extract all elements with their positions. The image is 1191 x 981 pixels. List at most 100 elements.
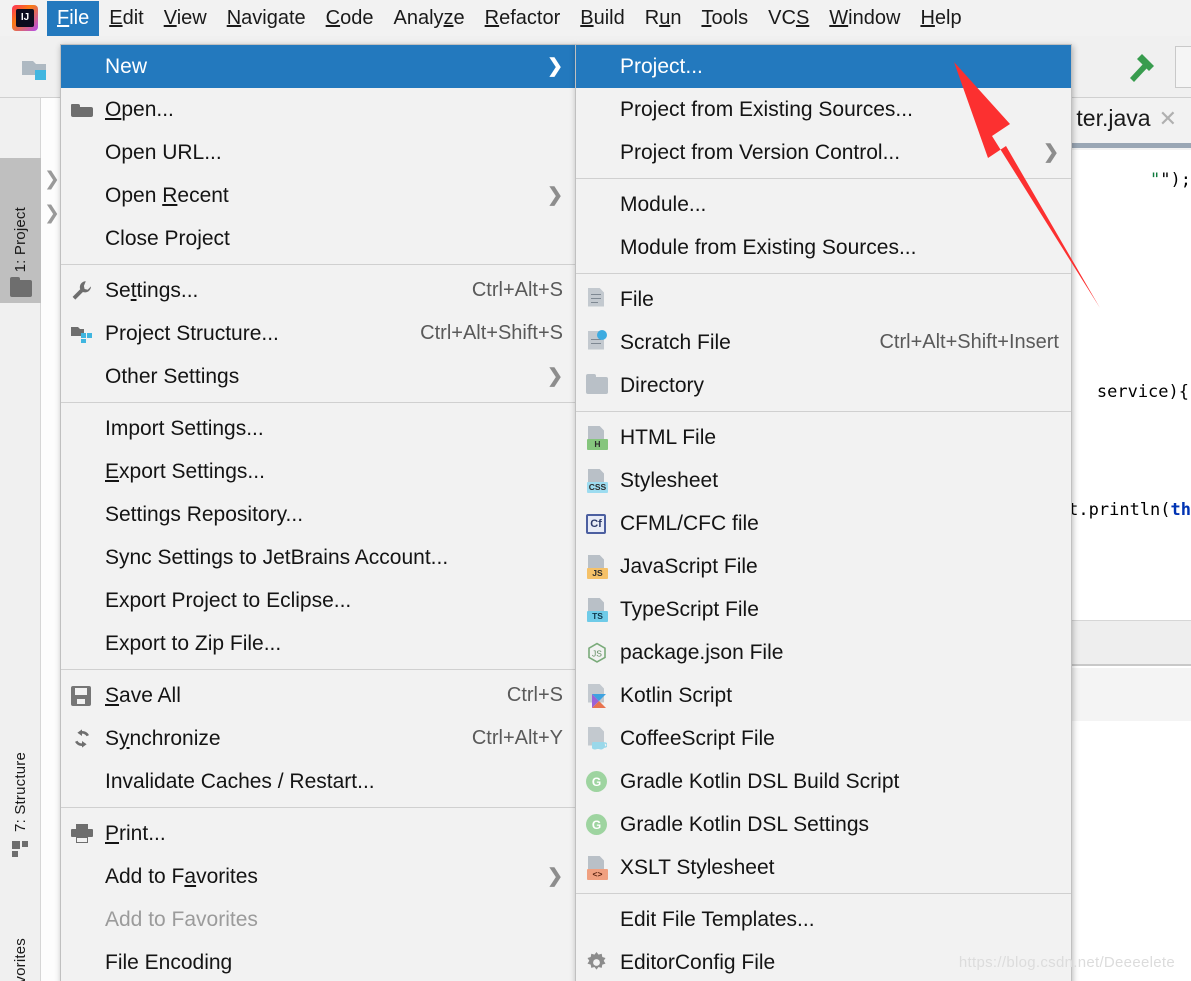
menu-item-scratch-file[interactable]: Scratch File Ctrl+Alt+Shift+Insert	[576, 321, 1071, 364]
menu-item-scratch-file-accel: Ctrl+Alt+Shift+Insert	[879, 331, 1059, 353]
menu-item-kotlin-script[interactable]: Kotlin Script	[576, 674, 1071, 717]
code-keyword-token: th	[1170, 500, 1191, 520]
menu-item-import-settings[interactable]: Import Settings...	[61, 407, 575, 450]
menu-item-new-label: New	[105, 54, 148, 78]
menu-item-sync-settings-jetbrains-label: Sync Settings to JetBrains Account...	[105, 545, 449, 569]
menu-item-module[interactable]: Module...	[576, 183, 1071, 226]
toolbar-button-placeholder[interactable]	[1175, 46, 1191, 88]
menu-item-remove-bom-label: File Encoding	[105, 950, 233, 974]
menu-item-editorconfig-file-label: EditorConfig File	[620, 950, 776, 974]
no-icon	[71, 140, 105, 166]
menu-item-open-url[interactable]: Open URL...	[61, 131, 575, 174]
menu-view[interactable]: View	[154, 1, 217, 36]
chevron-right-icon-2[interactable]: ❯	[44, 202, 60, 224]
menu-item-package-json-file-label: package.json File	[620, 640, 784, 664]
menu-item-project-version-control[interactable]: Project from Version Control... ❯	[576, 131, 1071, 174]
menu-item-xslt-stylesheet-label: XSLT Stylesheet	[620, 855, 775, 879]
menu-item-scratch-file-label: Scratch File	[620, 330, 731, 354]
menu-item-edit-file-templates[interactable]: Edit File Templates...	[576, 898, 1071, 941]
project-toolbar-icon[interactable]	[20, 56, 54, 82]
menu-item-project-existing-sources-label: Project from Existing Sources...	[620, 97, 913, 121]
menu-item-settings[interactable]: Settings... Ctrl+Alt+S	[61, 269, 575, 312]
menu-item-directory[interactable]: Directory	[576, 364, 1071, 407]
menu-item-project-structure[interactable]: Project Structure... Ctrl+Alt+Shift+S	[61, 312, 575, 355]
menu-item-invalidate-caches[interactable]: Invalidate Caches / Restart...	[61, 760, 575, 803]
kotlin-file-icon	[586, 683, 620, 709]
no-icon	[71, 545, 105, 571]
menu-item-synchronize-accel: Ctrl+Alt+Y	[471, 727, 563, 749]
menu-item-module-existing-sources[interactable]: Module from Existing Sources...	[576, 226, 1071, 269]
chevron-right-icon-1[interactable]: ❯	[44, 168, 60, 190]
menu-separator	[61, 264, 575, 265]
no-icon	[71, 588, 105, 614]
menu-edit[interactable]: Edit	[99, 1, 153, 36]
menu-window[interactable]: Window	[819, 1, 910, 36]
menu-item-package-json-file[interactable]: JS package.json File	[576, 631, 1071, 674]
sidebar-item-project[interactable]: 1: Project	[0, 158, 41, 303]
menu-item-gradle-kotlin-dsl-build-script[interactable]: G Gradle Kotlin DSL Build Script	[576, 760, 1071, 803]
menu-navigate[interactable]: Navigate	[217, 1, 316, 36]
menu-item-cfml-cfc-file[interactable]: Cf CFML/CFC file	[576, 502, 1071, 545]
menu-item-stylesheet[interactable]: CSS Stylesheet	[576, 459, 1071, 502]
menu-separator	[61, 402, 575, 403]
code-string-literal: "	[1150, 170, 1161, 190]
nodejs-file-icon: JS	[586, 640, 620, 666]
menu-item-close-project[interactable]: Close Project	[61, 217, 575, 260]
menu-item-new[interactable]: New ❯	[61, 45, 575, 88]
sidebar-item-structure[interactable]: 7: Structure	[0, 696, 41, 864]
menu-code[interactable]: Code	[316, 1, 384, 36]
menu-item-html-file[interactable]: H HTML File	[576, 416, 1071, 459]
menu-analyze[interactable]: Analyze	[383, 1, 474, 36]
menu-item-xslt-stylesheet[interactable]: <> XSLT Stylesheet	[576, 846, 1071, 889]
menu-item-gradle-kotlin-dsl-settings[interactable]: G Gradle Kotlin DSL Settings	[576, 803, 1071, 846]
menu-item-remove-bom[interactable]: File Encoding	[61, 941, 575, 981]
menu-item-other-settings[interactable]: Other Settings ❯	[61, 355, 575, 398]
menu-vcs[interactable]: VCS	[758, 1, 819, 36]
menu-item-print[interactable]: Print...	[61, 812, 575, 855]
menu-item-gradle-kotlin-dsl-build-script-label: Gradle Kotlin DSL Build Script	[620, 769, 900, 793]
editor-tab-writer-java[interactable]: ter.java ✕	[1076, 105, 1191, 132]
menu-item-export-zip[interactable]: Export to Zip File...	[61, 622, 575, 665]
build-hammer-icon[interactable]	[1120, 48, 1162, 86]
synchronize-icon	[71, 726, 105, 752]
sidebar-item-structure-label: 7: Structure	[12, 752, 29, 832]
menu-refactor[interactable]: Refactor	[475, 1, 571, 36]
no-icon	[586, 235, 620, 261]
menu-item-sync-settings-jetbrains[interactable]: Sync Settings to JetBrains Account...	[61, 536, 575, 579]
editor-side-panel-2	[1060, 668, 1191, 721]
menu-tools[interactable]: Tools	[691, 1, 758, 36]
menu-item-file[interactable]: File	[576, 278, 1071, 321]
gradle-file-icon: G	[586, 769, 620, 795]
menu-item-export-zip-label: Export to Zip File...	[105, 631, 282, 655]
cfml-file-icon: Cf	[586, 511, 620, 537]
menu-file[interactable]: File	[47, 0, 100, 36]
chevron-right-icon: ❯	[547, 185, 563, 206]
menu-item-open-recent-label: Open Recent	[105, 183, 229, 207]
menu-item-coffeescript-file[interactable]: CoffeeScript File	[576, 717, 1071, 760]
menu-item-file-encoding-label: Add to Favorites	[105, 907, 258, 931]
menu-item-file-encoding: Add to Favorites	[61, 898, 575, 941]
menu-item-add-to-favorites[interactable]: Add to Favorites ❯	[61, 855, 575, 898]
no-icon	[586, 192, 620, 218]
sidebar-item-favorites[interactable]: 2: Favorites	[0, 888, 41, 981]
menu-run[interactable]: Run	[635, 1, 692, 36]
menu-item-synchronize[interactable]: Synchronize Ctrl+Alt+Y	[61, 717, 575, 760]
menu-item-open[interactable]: Open...	[61, 88, 575, 131]
menu-item-export-project-eclipse[interactable]: Export Project to Eclipse...	[61, 579, 575, 622]
menu-item-javascript-file[interactable]: JS JavaScript File	[576, 545, 1071, 588]
new-submenu-popup: Project... Project from Existing Sources…	[575, 44, 1072, 981]
gear-icon	[586, 950, 620, 976]
menu-item-typescript-file[interactable]: TS TypeScript File	[576, 588, 1071, 631]
menu-item-open-recent[interactable]: Open Recent ❯	[61, 174, 575, 217]
menu-item-project-existing-sources[interactable]: Project from Existing Sources...	[576, 88, 1071, 131]
menu-item-export-settings[interactable]: Export Settings...	[61, 450, 575, 493]
ide-window: ter.java ✕ ""); service){ tt.println(th …	[0, 0, 1191, 981]
close-icon[interactable]: ✕	[1159, 106, 1177, 132]
menu-item-html-file-label: HTML File	[620, 425, 717, 449]
menu-help[interactable]: Help	[910, 1, 971, 36]
menu-build[interactable]: Build	[570, 1, 634, 36]
menu-item-settings-repository[interactable]: Settings Repository...	[61, 493, 575, 536]
menu-separator	[576, 178, 1071, 179]
menu-item-save-all[interactable]: Save All Ctrl+S	[61, 674, 575, 717]
menu-item-project[interactable]: Project...	[576, 45, 1071, 88]
